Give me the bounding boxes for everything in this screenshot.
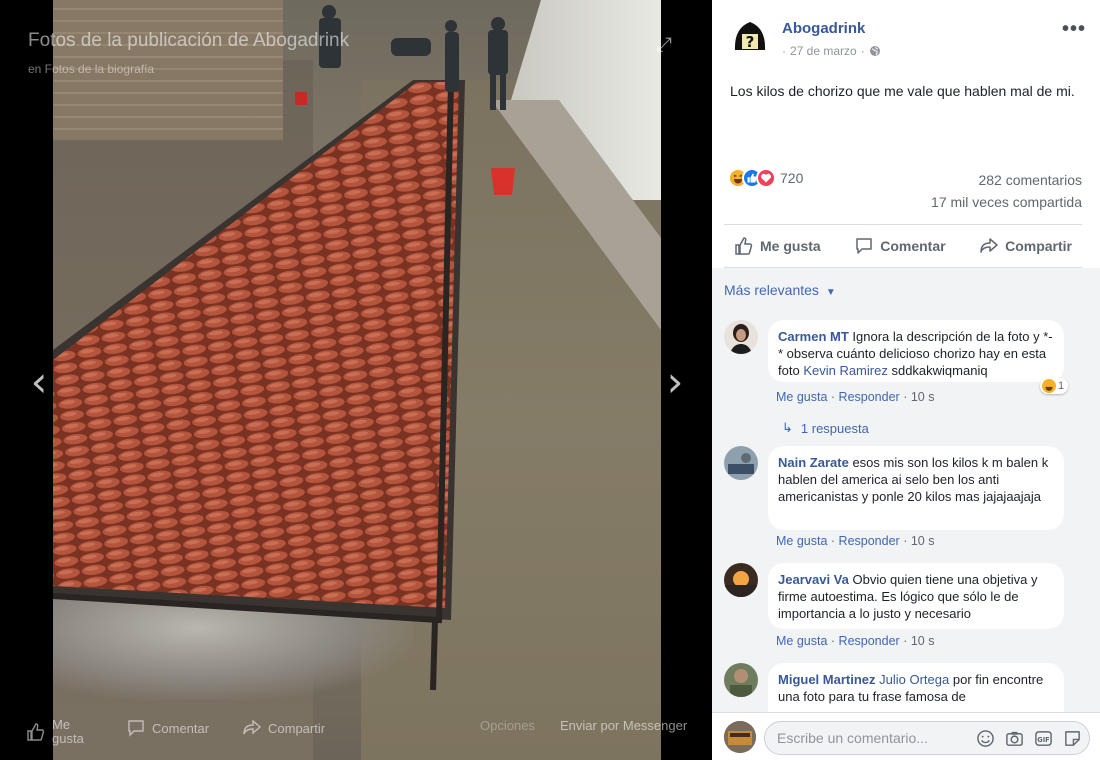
thumbs-up-icon — [735, 237, 753, 255]
post-photo[interactable] — [53, 0, 661, 760]
comment-time[interactable]: 10 s — [911, 390, 935, 404]
comment-author-link[interactable]: Miguel Martinez — [778, 672, 876, 687]
post-text: Los kilos de chorizo que me vale que hab… — [730, 83, 1075, 99]
page-avatar[interactable]: ? — [730, 16, 770, 56]
emoji-icon[interactable] — [976, 729, 995, 748]
reactions-summary[interactable]: 720 — [728, 168, 803, 188]
comment-author-link[interactable]: Nain Zarate — [778, 455, 849, 470]
more-options-icon[interactable]: ••• — [1062, 18, 1086, 41]
reactions-count: 720 — [780, 170, 804, 186]
viewer-comment-label: Comentar — [152, 720, 210, 736]
composer-icons: GIF — [976, 729, 1082, 748]
commenter-avatar[interactable] — [724, 663, 758, 697]
comment-label: Comentar — [880, 238, 946, 254]
comments-list: Más relevantes ▼ Carmen MT Ignora la des… — [712, 268, 1100, 712]
comment-reply-link[interactable]: Responder — [839, 634, 900, 648]
sticker-icon[interactable] — [1063, 729, 1082, 748]
comment-bubble: Jearvavi Va Obvio quien tiene una objeti… — [768, 563, 1064, 629]
share-label: Compartir — [1005, 238, 1072, 254]
viewer-title: Fotos de la publicación de Abogadrink — [28, 30, 350, 51]
comment-icon — [128, 720, 144, 737]
comment-author-link[interactable]: Jearvavi Va — [778, 572, 849, 587]
viewer-share-label: Compartir — [268, 720, 326, 736]
post-panel: ? Abogadrink · 27 de marzo · ••• Los kil… — [712, 0, 1100, 760]
current-user-avatar — [724, 721, 756, 753]
commenter-avatar[interactable] — [724, 320, 758, 354]
commenter-avatar[interactable] — [724, 446, 758, 480]
post-date-dot: · — [782, 44, 786, 58]
post-header: ? Abogadrink · 27 de marzo · ••• — [730, 16, 1090, 66]
page-name-link[interactable]: Abogadrink — [782, 20, 865, 37]
comment-like-link[interactable]: Me gusta — [776, 390, 827, 404]
commenter-avatar[interactable] — [724, 563, 758, 597]
comment-reply-link[interactable]: Responder — [839, 390, 900, 404]
share-button[interactable]: Compartir — [969, 236, 1082, 256]
comment-time[interactable]: 10 s — [911, 534, 935, 548]
share-icon — [980, 238, 998, 253]
comment-text-after: sddkakwiqmaniq — [891, 363, 988, 378]
previous-photo-arrow-icon[interactable]: ‹ — [24, 360, 54, 404]
comment-mention-link[interactable]: Julio Ortega — [879, 672, 949, 687]
caret-down-icon: ▼ — [825, 287, 836, 298]
share-icon — [243, 719, 262, 735]
svg-text:?: ? — [746, 33, 755, 51]
comment-reaction-count: 1 — [1058, 380, 1065, 392]
photo-viewer: Fotos de la publicación de Abogadrink en… — [0, 0, 712, 760]
comment-time[interactable]: 10 s — [911, 634, 935, 648]
svg-text:GIF: GIF — [1037, 736, 1049, 744]
comment-icon — [856, 238, 872, 254]
shares-count-link[interactable]: 17 mil veces compartida — [931, 194, 1082, 210]
post-date-text[interactable]: 27 de marzo — [790, 44, 857, 58]
comment-meta: Me gusta · Responder · 10 s — [776, 534, 935, 548]
divider — [724, 224, 1082, 225]
comment-mention-link[interactable]: Kevin Ramirez — [803, 363, 888, 378]
comment-author-link[interactable]: Carmen MT — [778, 329, 849, 344]
comment-like-link[interactable]: Me gusta — [776, 534, 827, 548]
viewer-like-button[interactable]: Me gusta — [26, 718, 86, 746]
viewer-messenger-button[interactable]: Enviar por Messenger — [560, 718, 687, 733]
viewer-share-button[interactable]: Compartir — [242, 718, 325, 738]
comment-button[interactable]: Comentar — [844, 236, 955, 256]
viewer-subtitle: en Fotos de la biografía — [28, 62, 155, 76]
thumbs-up-icon — [27, 723, 45, 741]
haha-reaction-icon — [1042, 379, 1056, 393]
viewer-action-bar: Me gusta Comentar Compartir Opciones Env… — [0, 700, 712, 760]
comment-bubble: Carmen MT Ignora la descripción de la fo… — [768, 320, 1064, 382]
reply-arrow-icon: ↳ — [782, 420, 793, 435]
comment-like-link[interactable]: Me gusta — [776, 634, 827, 648]
comment-meta: Me gusta · Responder · 10 s — [776, 390, 935, 404]
globe-icon — [869, 46, 880, 56]
comments-count-link[interactable]: 282 comentarios — [978, 172, 1082, 188]
comment-bubble: Nain Zarate esos mis son los kilos k m b… — [768, 446, 1064, 530]
viewer-messenger-label: Enviar por Messenger — [560, 718, 688, 733]
comment-bubble: Miguel Martinez Julio Ortega por fin enc… — [768, 663, 1064, 712]
view-replies-link[interactable]: ↳ 1 respuesta — [782, 420, 869, 436]
post-date: · 27 de marzo · — [782, 44, 881, 58]
viewer-options-button[interactable]: Opciones — [480, 718, 535, 733]
like-label: Me gusta — [760, 238, 821, 254]
like-button[interactable]: Me gusta — [724, 236, 831, 256]
post-date-dot: · — [860, 44, 865, 58]
viewer-options-label: Opciones — [480, 718, 535, 733]
photo-grill-scene — [53, 5, 515, 691]
viewer-like-label: Me gusta — [52, 717, 84, 746]
expand-icon[interactable]: ⤢ — [656, 32, 672, 56]
camera-icon[interactable] — [1005, 729, 1024, 748]
comment-sort-dropdown[interactable]: Más relevantes ▼ — [724, 282, 836, 298]
post-action-row: Me gusta Comentar Compartir — [724, 226, 1082, 266]
gif-icon[interactable]: GIF — [1034, 729, 1053, 748]
comment-reply-link[interactable]: Responder — [839, 534, 900, 548]
viewer-comment-button[interactable]: Comentar — [126, 718, 209, 738]
comment-sort-label: Más relevantes — [724, 282, 819, 298]
view-replies-label: 1 respuesta — [800, 420, 869, 436]
comment-reaction-badge[interactable]: 1 — [1040, 378, 1069, 394]
love-reaction-icon — [756, 168, 776, 188]
comment-composer: GIF — [712, 712, 1100, 760]
page-logo-icon: ? — [734, 22, 766, 51]
next-photo-arrow-icon[interactable]: › — [660, 360, 690, 404]
comment-meta: Me gusta · Responder · 10 s — [776, 634, 935, 648]
